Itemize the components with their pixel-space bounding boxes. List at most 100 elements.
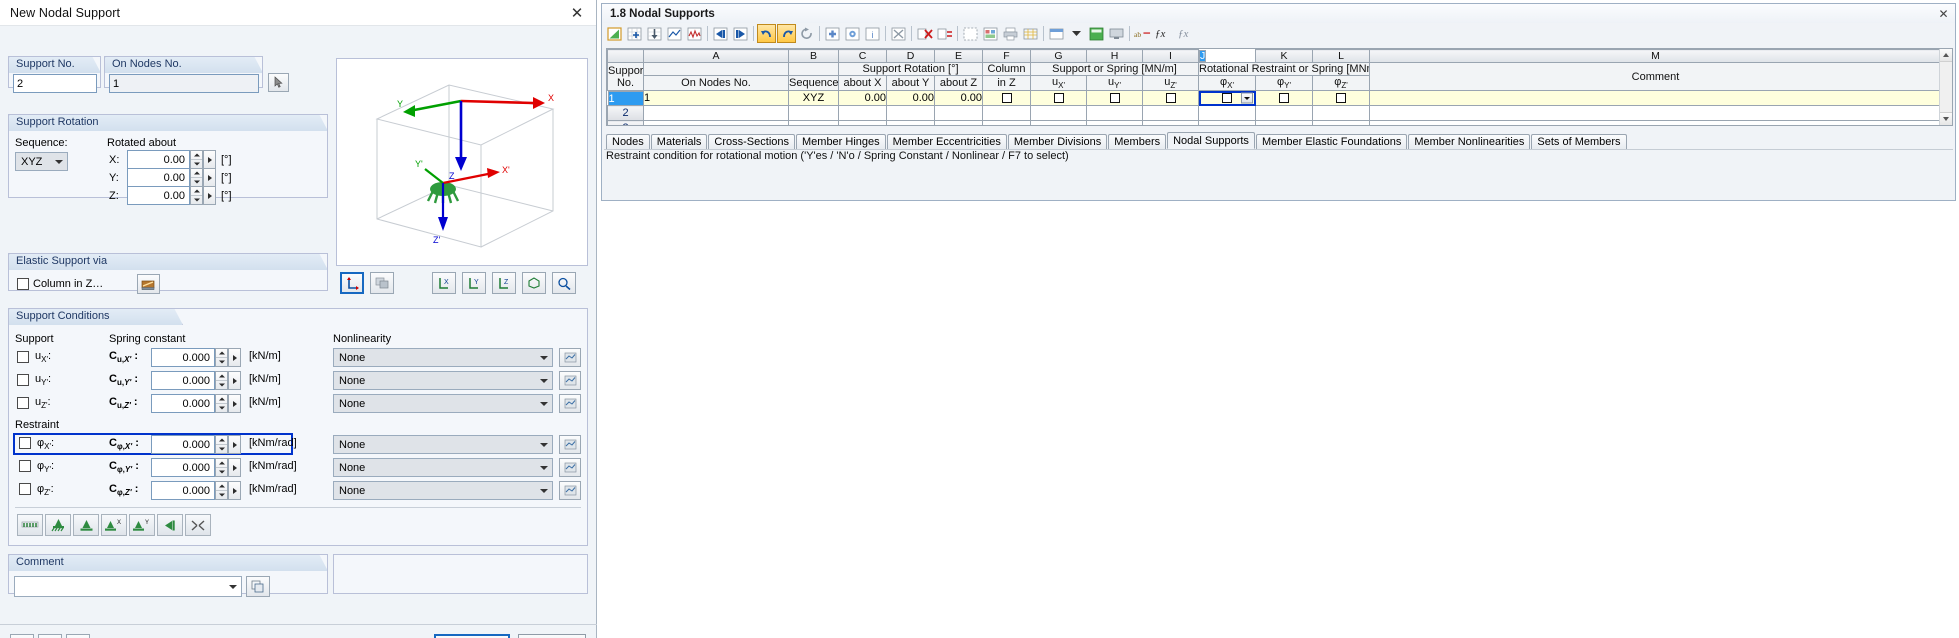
rotation-y-stepper[interactable] (190, 168, 203, 187)
nonlinearity-phiy-select[interactable]: None (333, 458, 553, 477)
support-preset-roller-y-icon[interactable]: Y (129, 514, 155, 536)
cell-d-3[interactable] (886, 120, 935, 125)
tab-member-eccentricities[interactable]: Member Eccentricities (886, 134, 1007, 149)
import-icon[interactable] (645, 24, 664, 43)
spring-phiy-input[interactable] (151, 458, 215, 477)
col-letter-m[interactable]: M (1369, 49, 1942, 63)
undo-icon[interactable] (757, 24, 776, 43)
spring-uz-stepper[interactable] (215, 394, 228, 413)
spring-phiz-stepper[interactable] (215, 481, 228, 500)
close-icon[interactable]: ✕ (1936, 6, 1951, 21)
settings-icon[interactable] (843, 24, 862, 43)
tab-materials[interactable]: Materials (650, 134, 708, 149)
diagram-icon[interactable] (685, 24, 704, 43)
cell-h-1-uy-checkbox[interactable] (1086, 90, 1143, 107)
col-letter-k[interactable]: K (1255, 49, 1313, 63)
cell-f-2[interactable] (982, 105, 1031, 122)
nonlinearity-phiy-settings-icon[interactable] (559, 458, 581, 477)
info-icon[interactable]: i (863, 24, 882, 43)
col-letter-f[interactable]: F (982, 49, 1031, 63)
cell-e-1[interactable]: 0.00 (934, 90, 983, 107)
colors-icon[interactable] (981, 24, 1000, 43)
refresh-icon[interactable] (797, 24, 816, 43)
support-preset-free-icon[interactable] (185, 514, 211, 536)
col-letter-l[interactable]: L (1312, 49, 1370, 63)
checkbox[interactable] (1109, 93, 1120, 104)
sequence-select[interactable]: XYZ (15, 152, 68, 171)
delete-icon[interactable] (915, 24, 934, 43)
support-preset-fixed-icon[interactable] (45, 514, 71, 536)
support-preset-roller-x-icon[interactable]: X (101, 514, 127, 536)
zoom-fit-icon[interactable] (552, 272, 576, 294)
show-local-axes-icon[interactable] (340, 272, 364, 294)
insert-row-icon[interactable] (625, 24, 644, 43)
col-letter-i[interactable]: I (1142, 49, 1199, 63)
nonlinearity-phix-settings-icon[interactable] (559, 435, 581, 454)
close-icon[interactable]: ✕ (566, 3, 588, 23)
cell-m-1-comment[interactable] (1369, 90, 1942, 107)
col-letter-b[interactable]: B (788, 49, 839, 63)
tab-nodal-supports[interactable]: Nodal Supports (1167, 132, 1255, 149)
tab-cross-sections[interactable]: Cross-Sections (708, 134, 795, 149)
ab-icon[interactable]: ab (1133, 24, 1152, 43)
cell-g-2[interactable] (1030, 105, 1087, 122)
nonlinearity-uz-settings-icon[interactable] (559, 394, 581, 413)
cell-k-3[interactable] (1255, 120, 1313, 125)
table-options-icon[interactable] (1047, 24, 1066, 43)
show-surfaces-icon[interactable] (370, 272, 394, 294)
cell-h-2[interactable] (1086, 105, 1143, 122)
cell-c-2[interactable] (838, 105, 887, 122)
checkbox[interactable] (1053, 93, 1064, 104)
export-icon[interactable] (1021, 24, 1040, 43)
spring-phiz-more-button[interactable] (228, 481, 241, 500)
grid-vertical-scrollbar[interactable] (1939, 49, 1952, 125)
restraint-phiz-checkbox[interactable] (19, 483, 31, 495)
view-z-icon[interactable]: Z (492, 272, 516, 294)
cell-c-3[interactable] (838, 120, 887, 125)
cell-e-3[interactable] (934, 120, 983, 125)
cell-b-1[interactable]: XYZ (788, 90, 839, 107)
nonlinearity-uz-select[interactable]: None (333, 394, 553, 413)
column-settings-icon[interactable] (137, 274, 160, 294)
rotation-y-more-button[interactable] (203, 168, 216, 187)
rotation-x-input[interactable] (127, 150, 190, 169)
tab-member-divisions[interactable]: Member Divisions (1007, 134, 1108, 149)
edit-note-icon[interactable] (38, 634, 62, 638)
prev-icon[interactable] (711, 24, 730, 43)
monitor-icon[interactable] (1107, 24, 1126, 43)
col-letter-c[interactable]: C (838, 49, 887, 63)
nonlinearity-phiz-select[interactable]: None (333, 481, 553, 500)
nonlinearity-uy-settings-icon[interactable] (559, 371, 581, 390)
checkbox[interactable] (1165, 93, 1176, 104)
cell-f-1-column-in-z-checkbox[interactable] (982, 90, 1031, 107)
spring-phix-input[interactable] (151, 435, 215, 454)
col-letter-g[interactable]: G (1030, 49, 1087, 63)
cell-b-3[interactable] (788, 120, 839, 125)
support-preset-pinned-icon[interactable] (73, 514, 99, 536)
tab-sets-of-members[interactable]: Sets of Members (1531, 134, 1627, 149)
col-letter-d[interactable]: D (886, 49, 935, 63)
rotation-x-more-button[interactable] (203, 150, 216, 169)
cell-a-1[interactable]: 1 (643, 90, 789, 107)
support-3d-preview[interactable]: X Y Z X' Y' Z' (336, 58, 588, 266)
on-nodes-no-input[interactable] (109, 74, 259, 93)
ok-button[interactable]: OK (434, 634, 510, 638)
rotation-y-input[interactable] (127, 168, 190, 187)
cell-e-2[interactable] (934, 105, 983, 122)
checkbox[interactable] (1222, 93, 1232, 104)
cell-c-1[interactable]: 0.00 (838, 90, 887, 107)
support-no-input[interactable] (13, 74, 97, 93)
row-header-1[interactable]: 1 (607, 91, 644, 107)
nonlinearity-uy-select[interactable]: None (333, 371, 553, 390)
cell-l-1-phiz-checkbox[interactable] (1312, 90, 1370, 107)
cell-a-2[interactable] (643, 105, 789, 122)
spring-uy-stepper[interactable] (215, 371, 228, 390)
add-icon[interactable] (823, 24, 842, 43)
redo-icon[interactable] (777, 24, 796, 43)
rotation-z-stepper[interactable] (190, 186, 203, 205)
spring-uz-more-button[interactable] (228, 394, 241, 413)
spring-uy-input[interactable] (151, 371, 215, 390)
cancel-button[interactable]: Cancel (518, 634, 586, 638)
units-icon[interactable]: 0.00 (66, 634, 90, 638)
spring-uz-input[interactable] (151, 394, 215, 413)
